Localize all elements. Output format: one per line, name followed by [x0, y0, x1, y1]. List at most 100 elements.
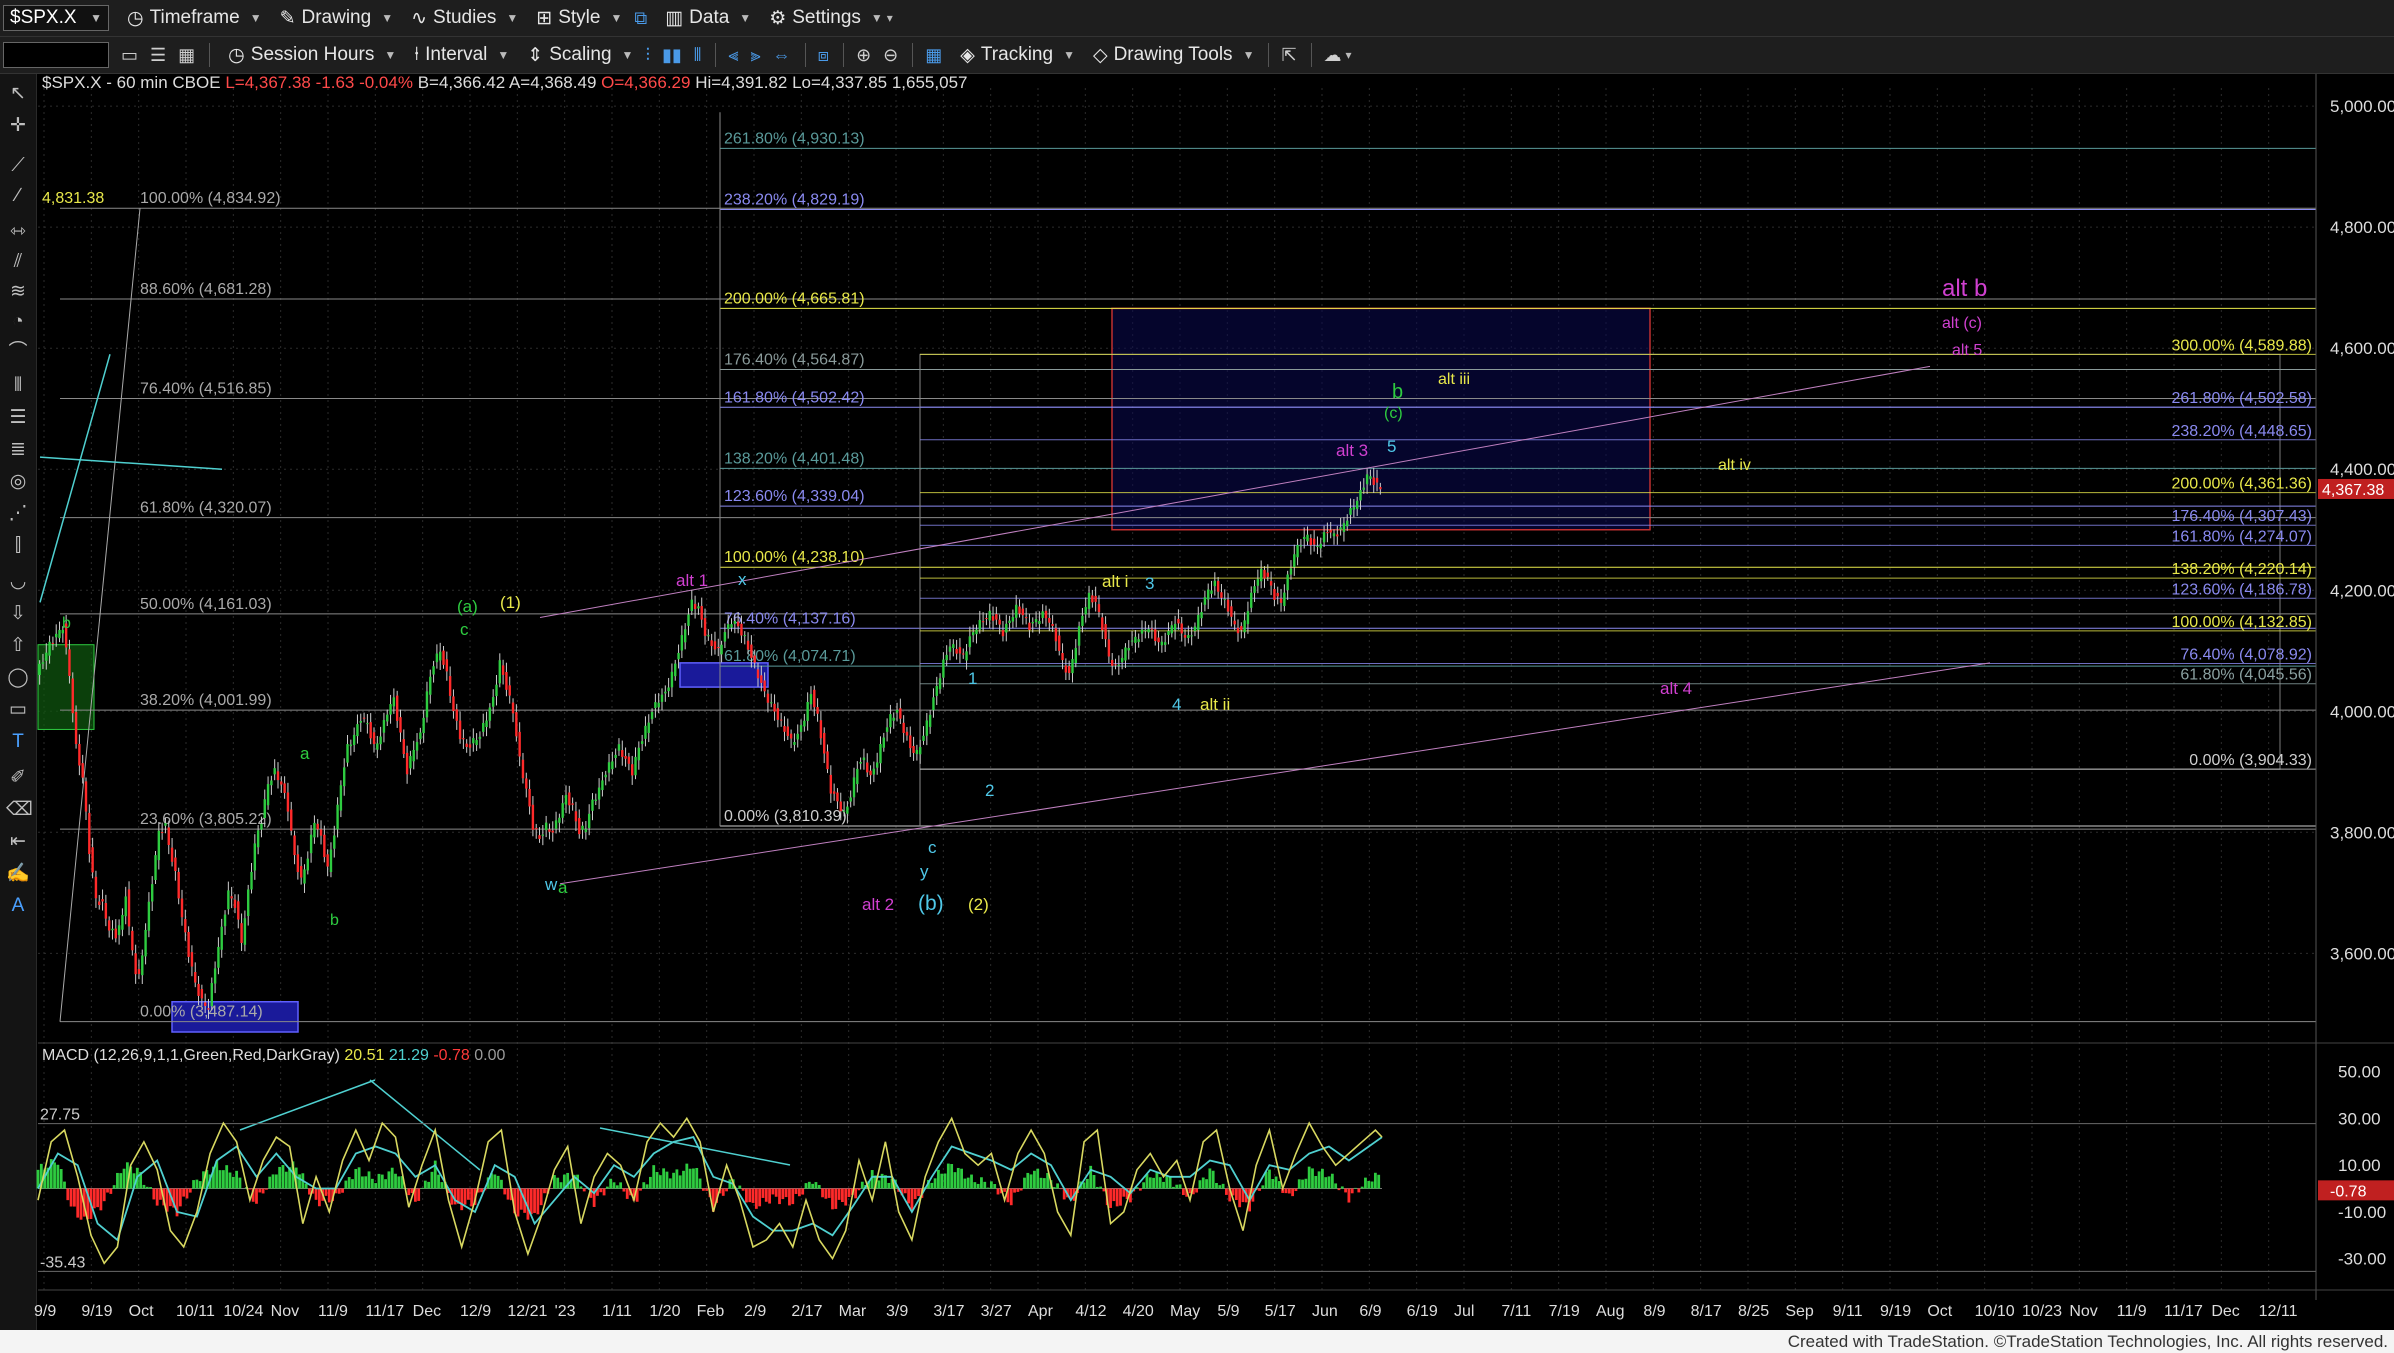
price-bar-body [1144, 629, 1147, 631]
macd-histogram-bar [377, 1173, 381, 1189]
cyan-trend-line [39, 456, 223, 470]
time-tick-label: 12/11 [2259, 1303, 2298, 1320]
wave-label: (1) [500, 593, 521, 612]
macd-histogram-bar [821, 1188, 824, 1198]
fib-mid-label: 100.00% (4,238.10) [724, 549, 865, 566]
macd-upper-label: 27.75 [40, 1107, 80, 1124]
macd-histogram-bar [1013, 1188, 1016, 1193]
wave-label: alt (c) [1942, 315, 1982, 332]
bid: B=4,366.42 [417, 73, 506, 92]
chart-header: $SPX.X - 60 min CBOE L=4,367.38 -1.63 -0… [42, 73, 967, 93]
fib-right-label: 200.00% (4,361.36) [2171, 476, 2312, 493]
price-bar-body [1154, 629, 1157, 641]
macd-histogram-bar [1016, 1188, 1020, 1192]
macd-histogram-bar [427, 1181, 431, 1189]
price-bar-body [720, 644, 723, 655]
price-bar-body [574, 811, 578, 822]
macd-histogram-bar [1142, 1182, 1146, 1189]
price-bar-body [352, 734, 356, 746]
macd-histogram-bar [612, 1182, 616, 1189]
price-bar-body [1107, 639, 1111, 657]
macd-histogram-bar [764, 1188, 768, 1202]
macd-histogram-bar [668, 1178, 672, 1189]
price-bar-body [395, 695, 399, 721]
price-bar-body [71, 678, 74, 714]
time-tick-label: Dec [2211, 1303, 2239, 1320]
macd-histogram-bar [248, 1188, 252, 1190]
price-bar-body [1213, 580, 1217, 587]
macd-histogram-bar [917, 1188, 920, 1197]
price-bar-body [657, 702, 660, 708]
price-bar-body [187, 931, 190, 957]
price-bar-body [1253, 586, 1256, 593]
macd-histogram-bar [1364, 1177, 1367, 1189]
macd-histogram-bar [1238, 1188, 1242, 1208]
price-bar-body [1173, 623, 1177, 630]
price-bar-body [607, 762, 611, 773]
price-bar-body [793, 742, 796, 745]
macd-histogram-bar [943, 1173, 947, 1189]
macd-histogram-bar [877, 1180, 881, 1189]
macd-histogram-bar [122, 1168, 126, 1189]
price-bar-body [495, 684, 498, 697]
price-bar-body [197, 983, 200, 996]
price-bar-body [889, 714, 892, 728]
macd-hist-value: -0.78 [433, 1047, 470, 1064]
price-bar-body [38, 663, 41, 675]
price-bar-body [1256, 579, 1260, 586]
price-bar-body [617, 744, 621, 751]
price-bar-body [346, 744, 349, 763]
macd-histogram-bar [692, 1168, 695, 1189]
price-bar-body [601, 780, 604, 791]
cyan-trend-line [39, 354, 111, 603]
price-bar-body [866, 762, 869, 773]
price-bar-body [283, 783, 286, 793]
price-bar-body [1067, 666, 1071, 673]
macd-histogram-bar [645, 1184, 649, 1189]
macd-histogram-bar [814, 1182, 818, 1189]
time-tick-label: 12/9 [460, 1303, 491, 1320]
macd-histogram-bar [238, 1177, 242, 1189]
time-tick-label: Oct [1927, 1303, 1952, 1320]
price-bar-body [194, 972, 197, 983]
price-bar-body [899, 708, 902, 719]
price-bar-body [1355, 500, 1359, 509]
price-bar-body [296, 854, 300, 873]
price-bar-body [1362, 487, 1365, 490]
price-bar-body [885, 727, 889, 732]
price-bar-body [915, 750, 919, 755]
price-bar-body [869, 770, 872, 776]
price-bar-body [48, 641, 51, 656]
price-bar-body [1316, 545, 1319, 547]
macd-histogram-bar [354, 1168, 358, 1189]
wave-label: (c) [1384, 405, 1403, 422]
price-bar-body [121, 914, 124, 930]
macd-histogram-bar [1271, 1179, 1275, 1189]
macd-histogram-bar [754, 1188, 758, 1209]
macd-histogram-bar [347, 1177, 351, 1189]
price-bar-body [1077, 626, 1081, 646]
price-bar-body [604, 774, 607, 778]
price-bar-body [157, 830, 161, 861]
price-bar-body [101, 899, 104, 902]
price-bar-body [468, 744, 472, 748]
price-bar-body [935, 685, 938, 696]
price-bar-body [710, 640, 713, 647]
macd-histogram-bar [1036, 1168, 1040, 1189]
macd-histogram-bar [539, 1188, 543, 1206]
macd-histogram-bar [380, 1174, 384, 1189]
macd-histogram-bar [364, 1176, 368, 1189]
price-bar-body [422, 717, 425, 734]
macd-tick-label: -10.00 [2338, 1203, 2386, 1222]
price-bar-body [998, 619, 1001, 625]
macd-histogram-bar [496, 1175, 500, 1189]
price-chart[interactable]: 100.00% (4,834.92) 88.60% (4,681.28) 76.40… [0, 0, 2394, 1330]
macd-histogram-bar [698, 1178, 702, 1189]
macd-histogram-bar [685, 1163, 689, 1189]
macd-histogram-bar [682, 1170, 685, 1189]
macd-histogram-bar [1162, 1181, 1165, 1189]
fib-left-label: 0.00% (3,487.14) [140, 1004, 263, 1021]
price-bar-body [1352, 507, 1356, 510]
macd-histogram-bar [672, 1172, 675, 1189]
wave-label: a [300, 744, 310, 763]
